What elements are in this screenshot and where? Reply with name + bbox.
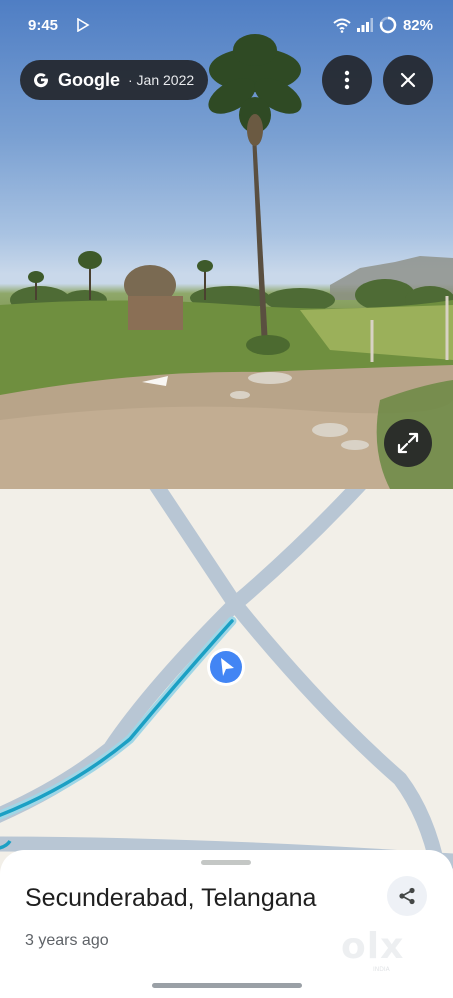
expand-icon [397, 432, 419, 454]
location-marker-icon[interactable] [206, 647, 246, 687]
battery-percent: 82% [402, 16, 433, 34]
drag-handle[interactable] [201, 860, 251, 865]
status-icons: 82% [333, 16, 433, 34]
more-vert-icon [344, 70, 350, 90]
map-view[interactable] [0, 489, 453, 869]
home-indicator[interactable] [152, 983, 302, 988]
watermark-logo: olx [341, 926, 405, 967]
battery-ring-icon [379, 16, 397, 34]
watermark-sub: INDIA [373, 966, 390, 973]
signal-icon [356, 18, 373, 32]
share-button[interactable] [387, 876, 427, 916]
close-button[interactable] [383, 55, 433, 105]
status-time: 9:45 [28, 17, 59, 34]
google-brand-label: Google [58, 69, 120, 90]
status-bar: 9:45 82% [0, 0, 453, 52]
google-date-chip[interactable]: Google · Jan 2022 [20, 60, 209, 100]
place-bottom-sheet[interactable]: Secunderabad, Telangana 3 years ago olx … [0, 850, 453, 998]
capture-date: · Jan 2022 [128, 72, 195, 88]
capture-age: 3 years ago [25, 932, 109, 949]
olx-watermark: olx INDIA [335, 926, 425, 973]
close-icon [400, 72, 416, 88]
place-title: Secunderabad, Telangana [25, 884, 317, 912]
expand-button[interactable] [384, 419, 432, 467]
google-g-icon [34, 73, 49, 88]
share-icon [399, 887, 415, 905]
wifi-icon [333, 18, 351, 33]
more-options-button[interactable] [322, 55, 372, 105]
play-store-icon [77, 18, 90, 32]
